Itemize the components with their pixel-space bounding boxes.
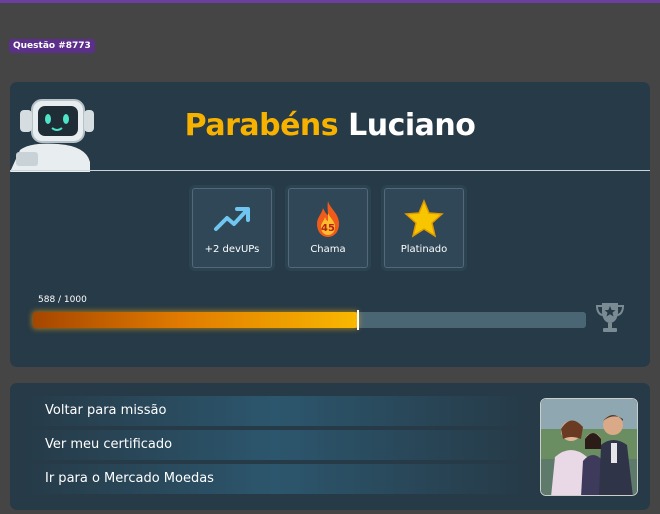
title-highlight: Parabéns <box>184 108 339 143</box>
trophy-icon <box>595 303 625 332</box>
link-coin-market[interactable]: Ir para o Mercado Moedas <box>20 464 530 494</box>
badge-label: Platinado <box>400 244 448 255</box>
star-icon <box>404 199 444 238</box>
progress-fill <box>33 312 358 328</box>
page-title: Parabéns Luciano <box>10 108 650 143</box>
congrats-card: Parabéns Luciano +2 devUPs 45 Chama Plat… <box>10 82 650 367</box>
badge-platinado: Platinado <box>384 188 464 268</box>
badge-label: +2 devUPs <box>204 244 260 255</box>
badge-label: Chama <box>310 244 346 255</box>
divider <box>10 170 650 171</box>
progress-label: 588 / 1000 <box>38 295 87 305</box>
progress-marker <box>357 310 359 330</box>
link-back-to-mission[interactable]: Voltar para missão <box>20 396 530 426</box>
top-accent-line <box>0 0 660 3</box>
link-view-certificate[interactable]: Ver meu certificado <box>20 430 530 460</box>
user-photo <box>540 398 638 496</box>
trending-up-icon <box>214 207 250 231</box>
badge-devups: +2 devUPs <box>192 188 272 268</box>
action-links: Voltar para missão Ver meu certificado I… <box>10 383 650 510</box>
flame-value: 45 <box>321 223 335 234</box>
badge-flame: 45 Chama <box>288 188 368 268</box>
flame-icon: 45 <box>317 201 339 237</box>
question-badge: Questão #8773 <box>9 39 95 53</box>
progress-bar <box>33 310 586 330</box>
title-name: Luciano <box>348 108 476 143</box>
